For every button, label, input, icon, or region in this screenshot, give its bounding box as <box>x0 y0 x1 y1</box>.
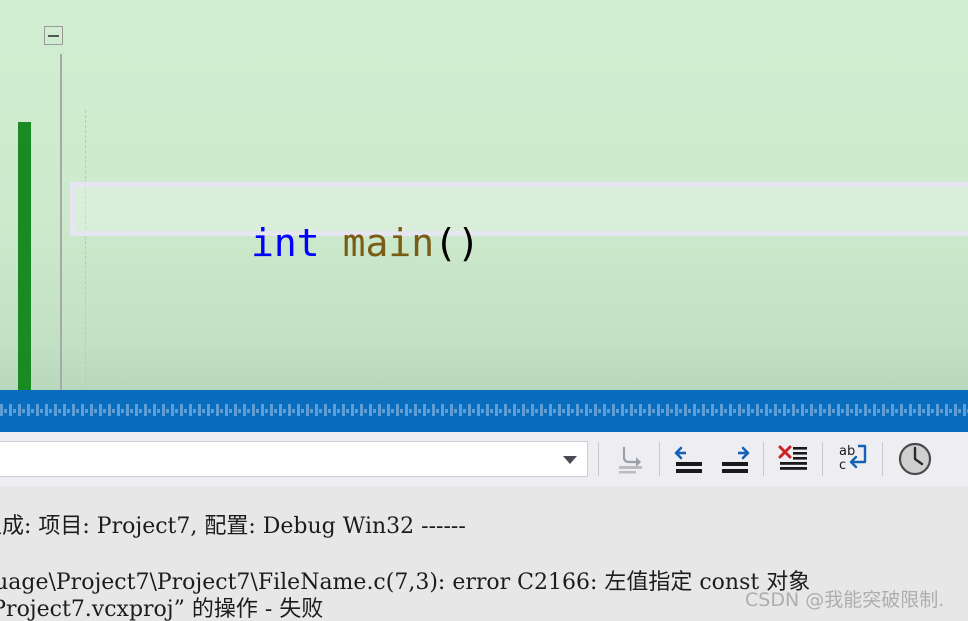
output-line: ... <box>0 486 1 510</box>
svg-text:ab: ab <box>839 444 855 459</box>
token-punct: () <box>434 221 480 265</box>
go-to-previous-message-icon[interactable] <box>668 437 712 481</box>
go-to-message-icon[interactable] <box>608 437 652 481</box>
toolbar-separator <box>882 442 883 476</box>
code-line-1[interactable]: int main() <box>0 162 968 265</box>
code-editor[interactable]: int main() { const int a =10; const int*… <box>0 0 968 390</box>
output-line-error: guage\Project7\Project7\FileName.c(7,3):… <box>0 570 811 595</box>
token-keyword: int <box>251 221 320 265</box>
clear-all-icon[interactable] <box>772 437 816 481</box>
go-to-next-message-icon[interactable] <box>713 437 757 481</box>
toolbar-separator <box>659 442 660 476</box>
token-function: main <box>342 221 435 265</box>
code-line-2[interactable]: { <box>0 378 968 390</box>
visual-studio-window: int main() { const int a =10; const int*… <box>0 0 968 621</box>
code-text[interactable]: int main() { const int a =10; const int*… <box>0 0 968 390</box>
output-panel-titlebar[interactable] <box>0 390 968 432</box>
output-text-area[interactable]: ... 生成: 项目: Project7, 配置: Debug Win32 --… <box>0 486 968 621</box>
output-line: “Project7.vcxproj” 的操作 - 失败 <box>0 597 324 621</box>
toolbar-separator <box>763 442 764 476</box>
drag-grip-icon <box>0 404 968 416</box>
toolbar-separator <box>822 442 823 476</box>
toggle-word-wrap-icon[interactable]: ab c <box>832 437 876 481</box>
output-source-dropdown[interactable]: 生成 <box>0 441 588 477</box>
svg-text:c: c <box>839 458 846 473</box>
chevron-down-icon[interactable] <box>563 456 577 464</box>
show-output-history-icon[interactable] <box>893 437 937 481</box>
toolbar-separator <box>598 442 599 476</box>
output-line: 生成: 项目: Project7, 配置: Debug Win32 ------ <box>0 514 466 539</box>
